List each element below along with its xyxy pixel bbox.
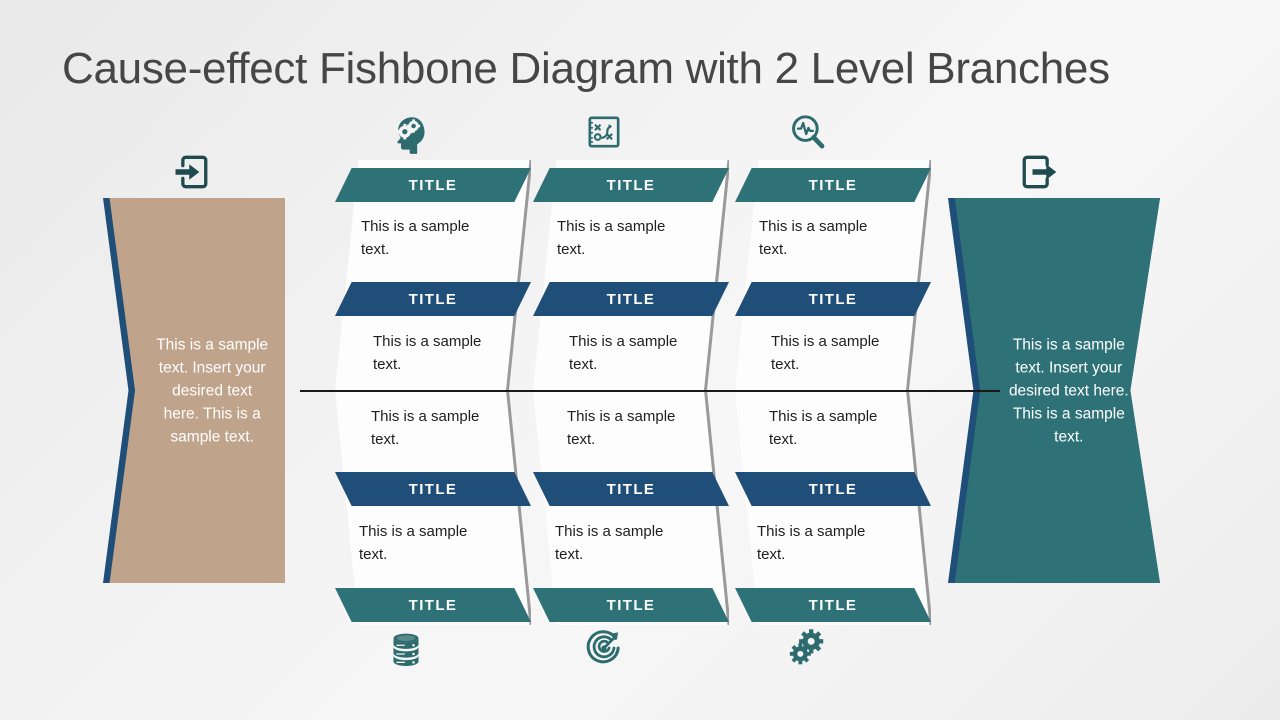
- cause-block-text: This is a sample text. Insert your desir…: [156, 336, 269, 445]
- arrow-out-of-box-icon: [1016, 150, 1060, 194]
- branch-1-body-3: This is a sample text.: [371, 408, 480, 448]
- strategy-board-icon: [584, 112, 624, 152]
- branch-1-body-2: This is a sample text.: [373, 333, 482, 373]
- branch-2-title-level2-bottom[interactable]: TITLE: [533, 472, 729, 506]
- arrow-into-box-icon: [170, 150, 214, 194]
- branch-2-body-2: This is a sample text.: [569, 333, 678, 373]
- branch-1-title-level2-bottom[interactable]: TITLE: [335, 472, 531, 506]
- branch-3-title-level2-top[interactable]: TITLE: [735, 282, 931, 316]
- branch-1-body-4: This is a sample text.: [359, 523, 468, 563]
- branch-2-body-4: This is a sample text.: [555, 523, 664, 563]
- branch-3-body-3: This is a sample text.: [769, 408, 878, 448]
- head-with-gears-icon: [386, 112, 428, 154]
- branch-3-title-level2-bottom[interactable]: TITLE: [735, 472, 931, 506]
- branch-1-title-level1-top[interactable]: TITLE: [335, 168, 531, 202]
- branch-3-body-2: This is a sample text.: [771, 333, 880, 373]
- branch-2-body-3: This is a sample text.: [567, 408, 676, 448]
- branch-2-title-level1-bottom[interactable]: TITLE: [533, 588, 729, 622]
- database-stack-icon: [386, 628, 426, 670]
- branch-3-title-level1-top[interactable]: TITLE: [735, 168, 931, 202]
- magnifier-pulse-icon: [786, 112, 830, 154]
- branch-3-body-1: This is a sample text.: [759, 218, 868, 258]
- two-gears-icon: [786, 628, 828, 668]
- branch-1-title-level2-top[interactable]: TITLE: [335, 282, 531, 316]
- branch-2-body-1: This is a sample text.: [557, 218, 666, 258]
- branch-column-1[interactable]: TITLE This is a sample text. TITLE This …: [335, 160, 531, 625]
- branch-3-title-level1-bottom[interactable]: TITLE: [735, 588, 931, 622]
- branch-2-title-level2-top[interactable]: TITLE: [533, 282, 729, 316]
- page-title: Cause-effect Fishbone Diagram with 2 Lev…: [62, 44, 1110, 93]
- slide-canvas: Cause-effect Fishbone Diagram with 2 Lev…: [0, 0, 1280, 720]
- target-dart-icon: [584, 628, 624, 668]
- branch-2-title-level1-top[interactable]: TITLE: [533, 168, 729, 202]
- branch-1-title-level1-bottom[interactable]: TITLE: [335, 588, 531, 622]
- fishbone-spine: [300, 390, 1000, 392]
- cause-input-block[interactable]: This is a sample text. Insert your desir…: [103, 198, 285, 583]
- effect-block-text: This is a sample text. Insert your desir…: [1008, 336, 1129, 445]
- branch-1-body-1: This is a sample text.: [361, 218, 470, 258]
- branch-column-2[interactable]: TITLE This is a sample text. TITLE This …: [533, 160, 729, 625]
- branch-3-body-4: This is a sample text.: [757, 523, 866, 563]
- branch-column-3[interactable]: TITLE This is a sample text. TITLE This …: [735, 160, 931, 625]
